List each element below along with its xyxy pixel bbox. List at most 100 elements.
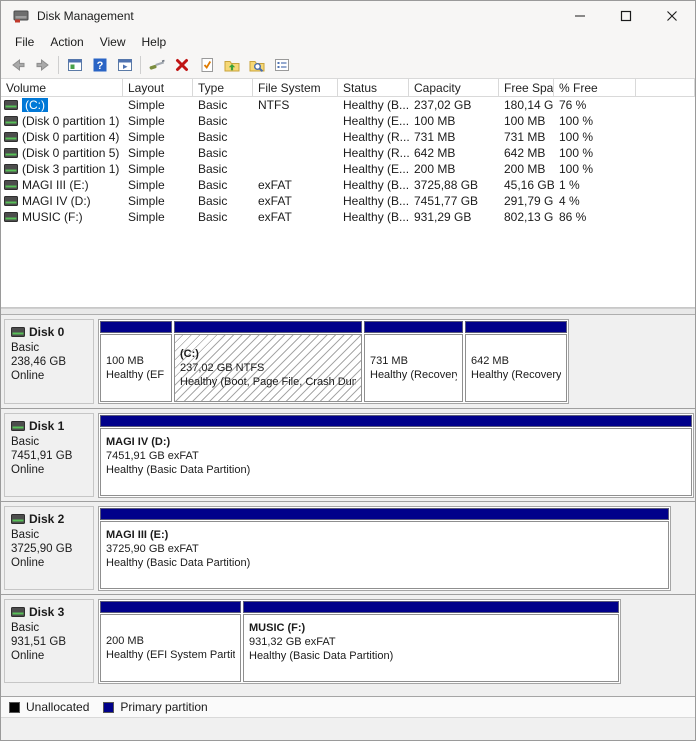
column-header-capacity[interactable]: Capacity — [409, 79, 499, 96]
volume-row-disk0-p1[interactable]: (Disk 0 partition 1) Simple Basic Health… — [1, 113, 695, 129]
cell-filesystem: NTFS — [253, 98, 338, 112]
disk2-label[interactable]: Disk 2 Basic 3725,90 GB Online — [4, 506, 94, 590]
toolbar-separator — [58, 56, 59, 74]
partition-c-drive[interactable]: (C:) 237,02 GB NTFS Healthy (Boot, Page … — [174, 321, 362, 402]
volume-row-music[interactable]: MUSIC (F:) Simple Basic exFAT Healthy (B… — [1, 209, 695, 225]
action-pane-icon — [116, 56, 134, 74]
disk0-label[interactable]: Disk 0 Basic 238,46 GB Online — [4, 319, 94, 404]
volume-row-disk0-p5[interactable]: (Disk 0 partition 5) Simple Basic Health… — [1, 145, 695, 161]
menu-help[interactable]: Help — [134, 33, 175, 51]
unallocated-label: Unallocated — [26, 700, 89, 714]
primary-partition-swatch — [103, 702, 114, 713]
menu-view[interactable]: View — [92, 33, 134, 51]
partition-disk0-recovery2[interactable]: 642 MB Healthy (Recovery — [465, 321, 567, 402]
cell-capacity: 237,02 GB — [409, 98, 499, 112]
cell-pctfree: 86 % — [554, 210, 636, 224]
volume-row-disk3-p1[interactable]: (Disk 3 partition 1) Simple Basic Health… — [1, 161, 695, 177]
cell-layout: Simple — [123, 194, 193, 208]
volume-disk-icon — [4, 180, 18, 190]
partition-status: Healthy (Basic Data Partition) — [106, 463, 686, 477]
partition-music[interactable]: MUSIC (F:) 931,32 GB exFAT Healthy (Basi… — [243, 601, 619, 682]
column-header-status[interactable]: Status — [338, 79, 409, 96]
close-button[interactable] — [649, 1, 695, 31]
partition-color-bar — [465, 321, 567, 333]
maximize-button[interactable] — [603, 1, 649, 31]
cell-pctfree: 100 % — [554, 146, 636, 160]
cell-type: Basic — [193, 98, 253, 112]
back-icon — [9, 56, 27, 74]
cell-filesystem: exFAT — [253, 194, 338, 208]
partition-status: Healthy (Boot, Page File, Crash Dum — [180, 375, 356, 389]
column-header-filler — [636, 79, 695, 96]
console-tree-button[interactable] — [62, 54, 87, 77]
disk3-label[interactable]: Disk 3 Basic 931,51 GB Online — [4, 599, 94, 683]
back-button[interactable] — [5, 54, 30, 77]
disk-status: Online — [11, 464, 89, 476]
volume-row-c[interactable]: (C:) Simple Basic NTFS Healthy (B... 237… — [1, 97, 695, 113]
minimize-button[interactable] — [557, 1, 603, 31]
column-header-pctfree[interactable]: % Free — [554, 79, 636, 96]
menu-file[interactable]: File — [7, 33, 42, 51]
volume-name: MAGI IV (D:) — [22, 194, 91, 208]
column-header-freespace[interactable]: Free Spa... — [499, 79, 554, 96]
checklist-button[interactable] — [194, 54, 219, 77]
properties-button[interactable] — [269, 54, 294, 77]
volume-name: MAGI III (E:) — [22, 178, 89, 192]
column-header-type[interactable]: Type — [193, 79, 253, 96]
cell-type: Basic — [193, 210, 253, 224]
help-button[interactable]: ? — [87, 54, 112, 77]
properties-icon — [273, 56, 291, 74]
cell-freespace: 642 MB — [499, 146, 554, 160]
volume-name: (Disk 0 partition 4) — [22, 130, 119, 144]
menu-action[interactable]: Action — [42, 33, 91, 51]
cell-capacity: 200 MB — [409, 162, 499, 176]
partition-disk0-efi[interactable]: 100 MB Healthy (EF — [100, 321, 172, 402]
cell-freespace: 100 MB — [499, 114, 554, 128]
forward-button[interactable] — [30, 54, 55, 77]
delete-button[interactable] — [169, 54, 194, 77]
action-pane-button[interactable] — [112, 54, 137, 77]
tool-icon — [148, 56, 166, 74]
disk-row-0: Disk 0 Basic 238,46 GB Online 100 MB Hea… — [1, 315, 695, 408]
window-controls — [557, 1, 695, 31]
pane-splitter[interactable] — [1, 308, 695, 315]
disk-status: Online — [11, 557, 89, 569]
disk-row-1: Disk 1 Basic 7451,91 GB Online MAGI IV (… — [1, 408, 695, 501]
cell-pctfree: 76 % — [554, 98, 636, 112]
partition-size: 200 MB — [106, 634, 235, 648]
partition-status: Healthy (Recovery — [471, 368, 561, 382]
app-icon — [13, 8, 29, 24]
tool-button[interactable] — [144, 54, 169, 77]
partition-name: MAGI IV (D:) — [106, 435, 686, 449]
column-header-layout[interactable]: Layout — [123, 79, 193, 96]
partition-disk3-efi[interactable]: 200 MB Healthy (EFI System Partiti — [100, 601, 241, 682]
cell-filesystem: exFAT — [253, 210, 338, 224]
cell-capacity: 3725,88 GB — [409, 178, 499, 192]
graphical-view-pane: Disk 0 Basic 238,46 GB Online 100 MB Hea… — [1, 315, 695, 717]
disk1-label[interactable]: Disk 1 Basic 7451,91 GB Online — [4, 413, 94, 497]
partition-magi3[interactable]: MAGI III (E:) 3725,90 GB exFAT Healthy (… — [100, 508, 669, 589]
cell-status: Healthy (B... — [338, 194, 409, 208]
volume-row-magi3[interactable]: MAGI III (E:) Simple Basic exFAT Healthy… — [1, 177, 695, 193]
volume-row-magi4[interactable]: MAGI IV (D:) Simple Basic exFAT Healthy … — [1, 193, 695, 209]
partition-size: 731 MB — [370, 354, 457, 368]
partition-status: Healthy (EF — [106, 368, 166, 382]
help-icon: ? — [91, 56, 109, 74]
column-header-volume[interactable]: Volume — [1, 79, 123, 96]
partition-disk0-recovery1[interactable]: 731 MB Healthy (Recovery — [364, 321, 463, 402]
open-folder-button[interactable] — [219, 54, 244, 77]
cell-layout: Simple — [123, 114, 193, 128]
disk-status: Online — [11, 650, 89, 662]
disk2-bar-group: MAGI III (E:) 3725,90 GB exFAT Healthy (… — [98, 506, 671, 591]
forward-icon — [34, 56, 52, 74]
partition-size: 7451,91 GB exFAT — [106, 449, 686, 463]
toolbar: ? — [1, 52, 695, 79]
partition-magi4[interactable]: MAGI IV (D:) 7451,91 GB exFAT Healthy (B… — [100, 415, 692, 496]
disk-size: 7451,91 GB — [11, 450, 89, 462]
cell-freespace: 291,79 GB — [499, 194, 554, 208]
explore-folder-button[interactable] — [244, 54, 269, 77]
column-header-filesystem[interactable]: File System — [253, 79, 338, 96]
disk-kind: Basic — [11, 342, 89, 354]
disk-name: Disk 2 — [29, 512, 64, 526]
volume-row-disk0-p4[interactable]: (Disk 0 partition 4) Simple Basic Health… — [1, 129, 695, 145]
